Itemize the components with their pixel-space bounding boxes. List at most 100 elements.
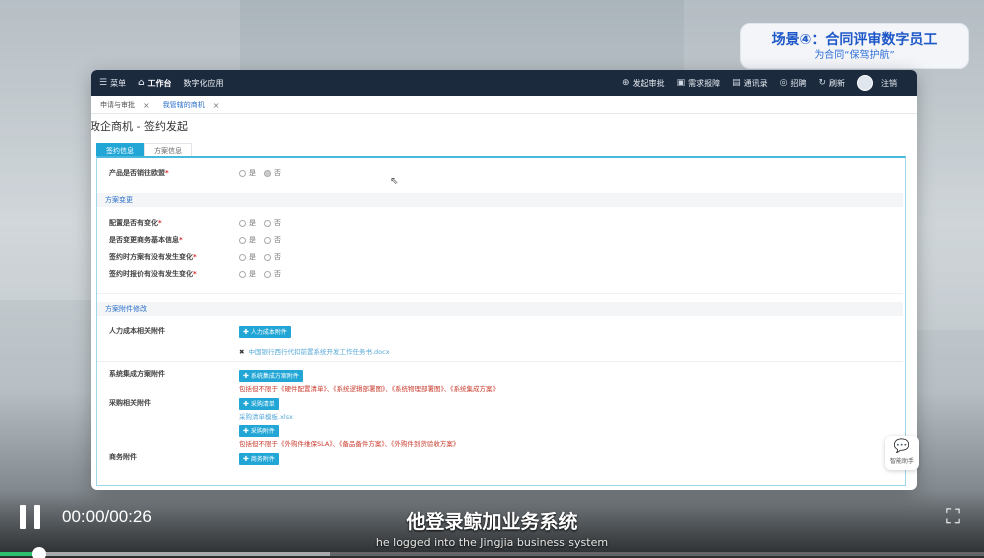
field-label-text: 签约时方案有没有发生变化 xyxy=(109,253,193,261)
radio-circle xyxy=(239,219,246,227)
button-label: 采购清单 xyxy=(250,401,275,408)
scene-subtitle: 为合同“保驾护航” xyxy=(814,50,895,61)
radio-group: 是 否 xyxy=(239,252,289,262)
sub-tab-bar: 签约信息 方案信息 xyxy=(96,143,917,157)
top-navigation-bar: ☰ 菜单 ⌂ 工作台 数字化应用 ⊕ 发起审批 ▣ 需求报障 ▤ 通讯录 ◎ 招聘 ↻ 刷新 … xyxy=(91,70,917,96)
recruit-button[interactable]: ◎ 招聘 xyxy=(780,78,807,89)
form-panel: 产品是否销往欧盟* 是 否 方案变更 配置是否有变化* 是 否 是否变更商务基本… xyxy=(96,156,906,486)
refresh-label: 刷新 xyxy=(829,78,845,88)
field-label: 采购相关附件 xyxy=(109,399,151,407)
approval-icon: ⊕ xyxy=(622,78,630,88)
radio-no-label: 否 xyxy=(274,270,281,278)
radio-yes[interactable]: 是 xyxy=(239,269,256,279)
radio-yes[interactable]: 是 xyxy=(239,218,256,228)
plus-icon: ✚ xyxy=(243,372,249,380)
progress-knob[interactable] xyxy=(32,547,47,558)
page-tab-bar: 申请与审批 × 我管辖的商机 × xyxy=(91,96,917,114)
required-mark: * xyxy=(193,253,197,261)
purchase-template-link[interactable]: 采购清单模板.xlsx xyxy=(239,411,293,421)
workbench-label: 工作台 xyxy=(147,78,172,88)
field-label: 系统集成方案附件 xyxy=(109,370,165,378)
tab-applications[interactable]: 申请与审批 × xyxy=(97,100,160,113)
smart-assistant-label: 智能助手 xyxy=(889,458,914,465)
field-label: 签约时方案有没有发生变化* xyxy=(109,252,197,262)
field-label: 产品是否销往欧盟* xyxy=(109,168,169,178)
close-icon[interactable]: × xyxy=(143,101,150,110)
logout-label: 注销 xyxy=(881,78,897,88)
menu-label: 菜单 xyxy=(110,78,127,88)
radio-no-label: 否 xyxy=(274,236,281,244)
field-label-text: 是否变更商务基本信息 xyxy=(109,236,179,244)
contacts-button[interactable]: ▤ 通讯录 xyxy=(732,78,768,89)
tab-contract-info[interactable]: 签约信息 xyxy=(96,143,144,157)
add-system-attachment-button[interactable]: ✚ 系统集成方案附件 xyxy=(239,370,303,382)
purchase-attachment-note: 包括但不限于《外购件维保SLA》、《备品备件方案》、《外购件到货验收方案》 xyxy=(239,440,460,448)
home-icon: ⌂ xyxy=(138,78,145,88)
required-mark: * xyxy=(165,169,169,177)
smart-assistant-button[interactable]: 💬 智能助手 xyxy=(885,436,919,470)
attached-file-link[interactable]: 中国银行西行代扣前置系统开发工作任务书.docx xyxy=(248,348,389,356)
divider xyxy=(97,293,903,294)
radio-group: 是 否 xyxy=(239,235,289,245)
radio-circle xyxy=(264,236,271,244)
radio-no[interactable]: 否 xyxy=(264,168,281,178)
radio-yes[interactable]: 是 xyxy=(239,252,256,262)
required-mark: * xyxy=(158,219,162,227)
add-purchase-list-button[interactable]: ✚ 采购清单 xyxy=(239,398,279,410)
refresh-button[interactable]: ↻ 刷新 xyxy=(818,78,845,89)
avatar[interactable] xyxy=(857,75,873,91)
plus-icon: ✚ xyxy=(243,455,249,463)
radio-no[interactable]: 否 xyxy=(264,252,281,262)
radio-no-label: 否 xyxy=(274,169,281,177)
radio-yes[interactable]: 是 xyxy=(239,235,256,245)
report-icon: ▣ xyxy=(676,78,686,88)
radio-yes-label: 是 xyxy=(249,270,256,278)
workbench-button[interactable]: ⌂ 工作台 xyxy=(138,78,171,89)
scene-caption-card: 场景④：合同评审数字员工 为合同“保驾护航” xyxy=(740,23,969,69)
subtitle-english: he logged into the Jingjia business syst… xyxy=(375,536,609,549)
radio-no[interactable]: 否 xyxy=(264,218,281,228)
add-purchase-attachment-button[interactable]: ✚ 采购附件 xyxy=(239,425,279,437)
radio-circle xyxy=(264,253,271,261)
radio-yes-label: 是 xyxy=(249,236,256,244)
add-hr-attachment-button[interactable]: ✚ 人力成本附件 xyxy=(239,326,291,338)
mouse-cursor-icon: ⇖ xyxy=(390,176,399,187)
radio-no[interactable]: 否 xyxy=(264,235,281,245)
logout-button[interactable]: 注销 xyxy=(881,78,897,89)
digital-apps-label: 数字化应用 xyxy=(183,78,224,88)
button-label: 人力成本附件 xyxy=(250,329,287,336)
app-window: ☰ 菜单 ⌂ 工作台 数字化应用 ⊕ 发起审批 ▣ 需求报障 ▤ 通讯录 ◎ 招聘 ↻ 刷新 … xyxy=(91,70,917,490)
add-business-attachment-button[interactable]: ✚ 商务附件 xyxy=(239,453,279,465)
close-icon[interactable]: × xyxy=(213,101,220,110)
progress-buffered xyxy=(0,552,330,556)
progress-bar[interactable] xyxy=(0,552,984,556)
plus-icon: ✚ xyxy=(243,400,249,408)
scene-title: 场景④：合同评审数字员工 xyxy=(771,32,938,48)
chat-icon: 💬 xyxy=(893,439,911,454)
radio-circle xyxy=(239,236,246,244)
report-issue-button[interactable]: ▣ 需求报障 xyxy=(677,78,721,89)
digital-apps-button[interactable]: 数字化应用 xyxy=(184,78,224,89)
radio-no-label: 否 xyxy=(274,253,281,261)
tab-plan-info[interactable]: 方案信息 xyxy=(144,143,192,157)
tab-my-opportunities[interactable]: 我管辖的商机 × xyxy=(160,100,230,113)
radio-yes-label: 是 xyxy=(249,253,256,261)
radio-circle-checked xyxy=(264,169,271,177)
start-approval-button[interactable]: ⊕ 发起审批 xyxy=(622,78,665,89)
radio-circle xyxy=(239,253,246,261)
fullscreen-icon[interactable]: ⛶ xyxy=(940,503,966,529)
menu-button[interactable]: ☰ 菜单 xyxy=(99,78,126,89)
radio-yes-label: 是 xyxy=(249,219,256,227)
attached-file-row: ✖ 中国银行西行代扣前置系统开发工作任务书.docx xyxy=(239,346,390,356)
radio-circle xyxy=(264,219,271,227)
radio-yes[interactable]: 是 xyxy=(239,168,256,178)
recruit-label: 招聘 xyxy=(790,78,807,88)
radio-no[interactable]: 否 xyxy=(264,269,281,279)
remove-file-icon[interactable]: ✖ xyxy=(239,348,244,356)
plus-icon: ✚ xyxy=(243,427,249,435)
radio-group: 是 否 xyxy=(239,218,289,228)
refresh-icon: ↻ xyxy=(818,78,826,88)
plus-icon: ✚ xyxy=(243,328,249,336)
radio-circle xyxy=(239,169,246,177)
radio-circle xyxy=(239,270,246,278)
